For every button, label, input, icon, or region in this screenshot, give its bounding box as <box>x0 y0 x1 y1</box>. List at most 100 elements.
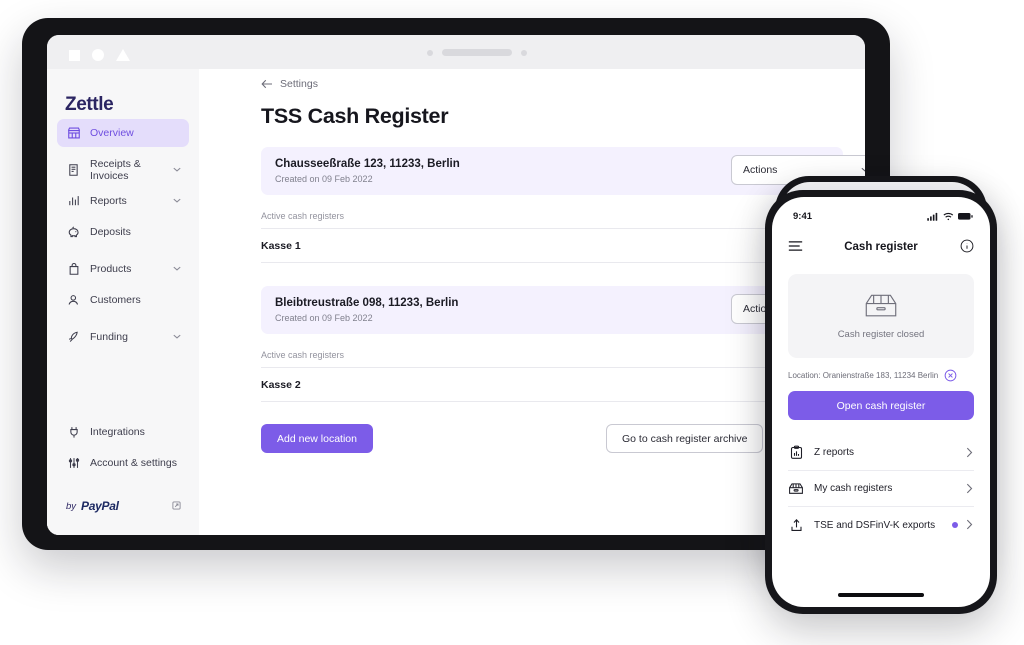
window-controls[interactable] <box>69 49 130 61</box>
phone-location-row: Location: Oranienstraße 183, 11234 Berli… <box>788 369 974 382</box>
breadcrumb[interactable]: Settings <box>261 78 865 90</box>
wifi-icon <box>943 212 954 221</box>
sidebar-item-label: Account & settings <box>90 457 177 469</box>
sidebar-nav: Overview Receipts & Invoices Reports Dep… <box>47 119 199 360</box>
arrow-left-icon[interactable] <box>261 79 273 89</box>
browser-tabstrip[interactable] <box>427 49 527 56</box>
tab-dot-left <box>427 49 433 56</box>
list-item-label: My cash registers <box>814 483 893 494</box>
chevron-right-icon[interactable] <box>966 519 973 530</box>
signal-icon <box>927 212 939 221</box>
page-title: TSS Cash Register <box>261 104 449 128</box>
active-registers-label: Active cash registers <box>261 350 843 368</box>
go-to-archive-button[interactable]: Go to cash register archive <box>606 424 764 453</box>
chevron-down-icon[interactable] <box>173 266 181 271</box>
rocket-icon <box>66 330 81 345</box>
external-link-icon[interactable] <box>172 501 181 510</box>
sidebar-footer: Integrations Account & settings by PayPa… <box>47 418 199 513</box>
list-item-z-reports[interactable]: Z reports <box>788 435 974 471</box>
sidebar-item-account-settings[interactable]: Account & settings <box>57 449 189 477</box>
sidebar-item-label: Funding <box>90 331 128 343</box>
receipt-icon <box>66 163 81 178</box>
chevron-down-icon[interactable] <box>861 167 865 173</box>
location-card: Chausseeßraße 123, 11233, Berlin Created… <box>261 147 865 195</box>
chevron-down-icon[interactable] <box>173 167 181 172</box>
battery-icon <box>958 212 973 221</box>
chevron-down-icon[interactable] <box>173 198 181 203</box>
status-time: 9:41 <box>793 211 813 222</box>
screenshot-stage: www.your-website.com Zettle <box>0 0 1024 645</box>
piggy-bank-icon <box>66 225 81 240</box>
bag-icon <box>66 262 81 277</box>
sidebar-group-1: Overview <box>47 119 199 147</box>
cash-register-status-card: Cash register closed <box>788 274 974 358</box>
chevron-right-icon[interactable] <box>966 447 973 458</box>
phone-status-bar: 9:41 <box>772 197 990 227</box>
sidebar-item-receipts-invoices[interactable]: Receipts & Invoices <box>57 156 189 184</box>
plug-icon <box>66 425 81 440</box>
sidebar-item-funding[interactable]: Funding <box>57 323 189 351</box>
paypal-wordmark: PayPal <box>81 499 119 513</box>
sidebar-item-reports[interactable]: Reports <box>57 187 189 215</box>
window-square-icon[interactable] <box>69 49 80 61</box>
sidebar-item-deposits[interactable]: Deposits <box>57 218 189 246</box>
sidebar-item-products[interactable]: Products <box>57 255 189 283</box>
sidebar-item-label: Receipts & Invoices <box>90 158 141 182</box>
powered-by-paypal[interactable]: by PayPal <box>66 499 181 513</box>
sidebar-item-customers[interactable]: Customers <box>57 286 189 314</box>
sidebar-item-label: Reports <box>90 195 127 207</box>
sidebar-item-integrations[interactable]: Integrations <box>57 418 189 446</box>
close-circle-icon[interactable] <box>944 369 957 382</box>
phone-page-title: Cash register <box>844 241 918 253</box>
chevron-right-icon[interactable] <box>966 483 973 494</box>
sidebar-item-overview[interactable]: Overview <box>57 119 189 147</box>
tab-pill[interactable] <box>442 49 512 56</box>
add-new-location-button[interactable]: Add new location <box>261 424 373 453</box>
list-item-label: TSE and DSFinV-K exports <box>814 519 936 531</box>
list-item-tse-exports[interactable]: TSE and DSFinV-K exports <box>788 507 974 543</box>
sidebar-item-label: Deposits <box>90 226 131 238</box>
clipboard-chart-icon <box>788 445 804 460</box>
cash-register-row[interactable]: Kasse 1 About it Reports <box>261 229 843 263</box>
laptop-screen: www.your-website.com Zettle <box>47 35 865 535</box>
action-button-row: Add new location Go to cash register arc… <box>261 424 843 454</box>
phone-menu-list: Z reports My cash registers TSE and DSFi… <box>788 435 974 543</box>
sidebar-item-label: Products <box>90 263 132 275</box>
cash-drawer-icon <box>788 482 804 495</box>
store-icon <box>66 126 81 141</box>
cash-register-row[interactable]: Kasse 2 About it Reports <box>261 368 843 402</box>
window-circle-icon[interactable] <box>92 49 104 61</box>
cash-register-status-text: Cash register closed <box>837 329 925 340</box>
hamburger-menu-icon[interactable] <box>788 240 803 252</box>
cash-register-name: Kasse 1 <box>261 239 301 252</box>
sidebar-item-label: Integrations <box>90 426 145 438</box>
chevron-down-icon[interactable] <box>173 334 181 339</box>
cash-register-name: Kasse 2 <box>261 378 301 391</box>
breadcrumb-label[interactable]: Settings <box>280 78 318 90</box>
active-registers-label: Active cash registers <box>261 211 843 229</box>
actions-dropdown-label: Actions <box>743 164 778 176</box>
web-app: Zettle Overview Receipts & Invoices Repo… <box>47 69 865 535</box>
info-circle-icon[interactable] <box>960 239 974 253</box>
notification-badge <box>952 522 958 528</box>
sidebar-group-3: Products Customers <box>47 255 199 314</box>
list-item-label: Z reports <box>814 447 855 458</box>
sidebar-item-label: Customers <box>90 294 141 306</box>
powered-by-label: by <box>66 500 77 512</box>
bar-chart-icon <box>66 194 81 209</box>
sidebar-group-2: Receipts & Invoices Reports Deposits <box>47 156 199 246</box>
app-logo[interactable]: Zettle <box>65 94 114 116</box>
tab-dot-right <box>521 49 527 56</box>
sidebar-item-label: Overview <box>90 127 134 139</box>
sliders-icon <box>66 456 81 471</box>
status-icons <box>927 212 973 221</box>
sidebar-group-4: Funding <box>47 323 199 351</box>
window-triangle-icon[interactable] <box>116 49 130 61</box>
location-card: Bleibtreustraße 098, 11233, Berlin Creat… <box>261 286 865 334</box>
people-icon <box>66 293 81 308</box>
list-item-my-cash-registers[interactable]: My cash registers <box>788 471 974 507</box>
phone-screen: 9:41 Cash register Cash register closed … <box>772 197 990 607</box>
upload-icon <box>788 518 804 533</box>
open-cash-register-button[interactable]: Open cash register <box>788 391 974 420</box>
phone-device-frame: 9:41 Cash register Cash register closed … <box>765 190 997 614</box>
